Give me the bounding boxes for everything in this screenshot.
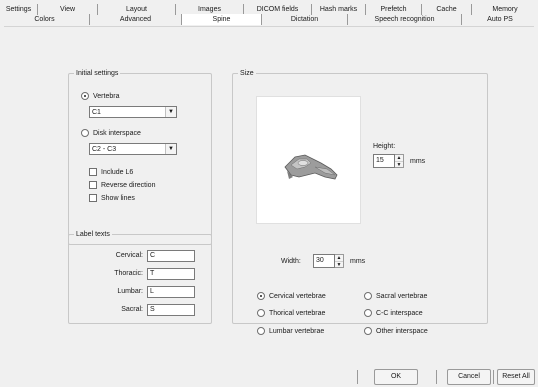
cervical-input[interactable]: C — [147, 250, 195, 262]
include-l6-label: Include L6 — [101, 168, 134, 176]
tab-dictation[interactable]: Dictation — [262, 14, 348, 25]
cervical-vertebrae-label: Cervical vertebrae — [269, 292, 326, 300]
vertebra-select[interactable]: C1 ▼ — [89, 106, 177, 118]
initial-settings-legend: Initial settings — [74, 69, 121, 78]
tab-colors[interactable]: Colors — [0, 14, 90, 25]
radio-unselected-icon — [364, 309, 372, 317]
vertebra-illustration — [284, 154, 338, 180]
radio-unselected-icon — [81, 129, 89, 137]
disk-interspace-select[interactable]: C2 - C3 ▼ — [89, 143, 177, 155]
show-lines-checkbox[interactable]: Show lines — [89, 194, 135, 202]
lumbar-label: Lumbar: — [117, 288, 143, 295]
height-value[interactable]: 15 — [373, 154, 395, 168]
initial-settings-group: Initial settings Vertebra C1 ▼ Disk inte… — [68, 69, 212, 245]
size-group: Size Height: 15 ▲ ▼ mms Width: 30 ▲ ▼ mm… — [232, 69, 488, 335]
reverse-direction-label: Reverse direction — [101, 181, 156, 189]
cervical-label: Cervical: — [115, 252, 143, 259]
footer-divider — [436, 370, 437, 384]
radio-unselected-icon — [364, 327, 372, 335]
width-spinner[interactable]: 30 ▲ ▼ — [313, 254, 344, 268]
vertebra-radio[interactable]: Vertebra — [81, 92, 119, 100]
thoracic-vertebrae-label: Thorical vertebrae — [269, 309, 326, 317]
width-spinner-buttons[interactable]: ▲ ▼ — [335, 254, 344, 268]
sacral-vertebrae-label: Sacral vertebrae — [376, 292, 428, 300]
arrow-down-icon[interactable]: ▼ — [335, 261, 343, 268]
radio-unselected-icon — [257, 309, 265, 317]
width-unit: mms — [350, 258, 366, 265]
size-legend: Size — [238, 69, 256, 78]
cc-interspace-label: C-C interspace — [376, 309, 423, 317]
height-spinner-buttons[interactable]: ▲ ▼ — [395, 154, 404, 168]
include-l6-checkbox[interactable]: Include L6 — [89, 168, 133, 176]
width-label: Width: — [281, 258, 301, 265]
disk-interspace-select-value: C2 - C3 — [92, 146, 117, 153]
label-texts-legend: Label texts — [74, 230, 112, 239]
spine-tab-panel: Initial settings Vertebra C1 ▼ Disk inte… — [4, 26, 534, 366]
vertebra-preview-image — [256, 96, 361, 224]
thoracic-label: Thoracic: — [114, 270, 143, 277]
checkbox-icon — [89, 168, 97, 176]
thoracic-vertebrae-radio[interactable]: Thorical vertebrae — [257, 309, 325, 317]
thoracic-input[interactable]: T — [147, 268, 195, 280]
chevron-down-icon: ▼ — [165, 144, 176, 154]
reset-all-button[interactable]: Reset All — [497, 369, 535, 385]
arrow-down-icon[interactable]: ▼ — [395, 161, 403, 168]
tab-speech-recognition[interactable]: Speech recognition — [348, 14, 462, 25]
ok-button[interactable]: OK — [374, 369, 418, 385]
lumbar-input[interactable]: L — [147, 286, 195, 298]
tab-auto-ps[interactable]: Auto PS — [462, 14, 538, 25]
cancel-button[interactable]: Cancel — [447, 369, 491, 385]
height-label: Height: — [373, 143, 396, 150]
other-interspace-label: Other interspace — [376, 327, 428, 335]
sacral-label: Sacral: — [121, 306, 143, 313]
disk-interspace-radio-label: Disk interspace — [93, 129, 141, 137]
lumbar-vertebrae-label: Lumbar vertebrae — [269, 327, 325, 335]
radio-selected-icon — [81, 92, 89, 100]
vertebra-radio-label: Vertebra — [93, 92, 120, 100]
tab-spine[interactable]: Spine — [182, 14, 262, 25]
show-lines-label: Show lines — [101, 194, 135, 202]
chevron-down-icon: ▼ — [165, 107, 176, 117]
other-interspace-radio[interactable]: Other interspace — [364, 327, 428, 335]
height-unit: mms — [410, 158, 426, 165]
tab-advanced[interactable]: Advanced — [90, 14, 182, 25]
sacral-vertebrae-radio[interactable]: Sacral vertebrae — [364, 292, 427, 300]
radio-unselected-icon — [364, 292, 372, 300]
radio-unselected-icon — [257, 327, 265, 335]
cervical-vertebrae-radio[interactable]: Cervical vertebrae — [257, 292, 326, 300]
checkbox-icon — [89, 181, 97, 189]
disk-interspace-radio[interactable]: Disk interspace — [81, 129, 141, 137]
label-texts-group: Label texts Cervical: C Thoracic: T Lumb… — [68, 230, 212, 324]
vertebra-select-value: C1 — [92, 109, 101, 116]
radio-selected-icon — [257, 292, 265, 300]
checkbox-icon — [89, 194, 97, 202]
cc-interspace-radio[interactable]: C-C interspace — [364, 309, 423, 317]
footer-divider — [357, 370, 358, 384]
lumbar-vertebrae-radio[interactable]: Lumbar vertebrae — [257, 327, 324, 335]
footer-divider — [493, 370, 494, 384]
height-spinner[interactable]: 15 ▲ ▼ — [373, 154, 404, 168]
sacral-input[interactable]: S — [147, 304, 195, 316]
tab-row-bottom: Colors Advanced Spine Dictation Speech r… — [0, 14, 538, 25]
width-value[interactable]: 30 — [313, 254, 335, 268]
reverse-direction-checkbox[interactable]: Reverse direction — [89, 181, 155, 189]
